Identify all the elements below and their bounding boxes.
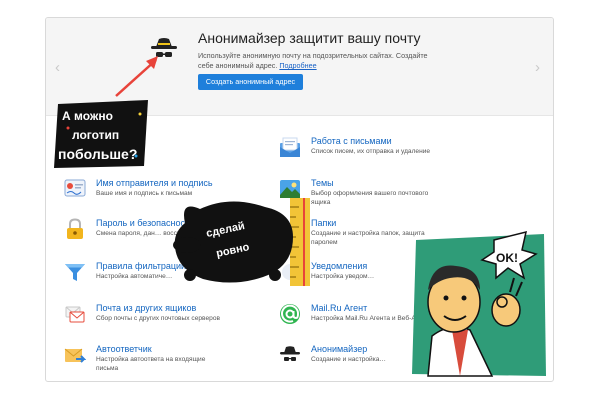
settings-item-title: Имя отправителя и подпись: [96, 178, 213, 188]
settings-item-title: Mail.Ru Агент: [311, 303, 368, 313]
settings-item-mail-collector[interactable]: Почта из других ящиков Сбор почты с друг…: [64, 303, 264, 333]
ok-bubble-text: OK!: [496, 251, 518, 265]
sticker-line-2: логотип: [72, 128, 119, 142]
sticker-line-3: побольше?: [58, 146, 137, 162]
promo-more-link[interactable]: Подробнее: [279, 61, 316, 70]
promo-title: Анонимайзер защитит вашу почту: [198, 30, 421, 46]
settings-item-description: Сбор почты с других почтовых серверов: [96, 315, 220, 322]
settings-item-title: Почта из других ящиков: [96, 303, 197, 313]
logo-bigger-sticker: А можно логотип побольше?: [54, 100, 148, 168]
settings-item-description: Настройка автоответа на входящие письма: [96, 356, 206, 372]
settings-item-letters[interactable]: Работа с письмами Список писем, их отпра…: [279, 136, 479, 166]
signature-icon: [64, 179, 86, 197]
settings-item-title: Уведомления: [311, 261, 368, 271]
incognito-spy-icon: [280, 346, 300, 361]
settings-item-description: Выбор оформления вашего почтового ящика: [311, 190, 429, 206]
letter-icon: [280, 137, 300, 157]
mail-collector-icon: [65, 306, 85, 323]
settings-item-autoresponder[interactable]: Автоответчик Настройка автоответа на вхо…: [64, 344, 264, 374]
carousel-next-icon[interactable]: ›: [535, 60, 540, 75]
cat-sticker: сделай ровно: [173, 198, 310, 286]
promo-description: Используйте анонимную почту на подозрите…: [198, 51, 428, 71]
annotation-arrow: [115, 56, 158, 97]
lock-icon: [67, 218, 83, 239]
comic-ok-sticker: OK!: [412, 230, 546, 377]
funnel-icon: [65, 264, 85, 281]
create-anonymous-address-button[interactable]: Создать анонимный адрес: [198, 74, 303, 90]
settings-item-title: Автоответчик: [96, 344, 152, 354]
settings-item-title: Анонимайзер: [311, 344, 368, 354]
settings-item-title: Работа с письмами: [311, 136, 392, 146]
at-sign-icon: [280, 304, 300, 324]
sticker-line-1: А можно: [62, 109, 113, 123]
settings-item-title: Темы: [311, 178, 334, 188]
envelope-reply-icon: [64, 348, 86, 363]
carousel-prev-icon[interactable]: ‹: [55, 60, 60, 75]
settings-item-description: Список писем, их отправка и удаление: [311, 148, 431, 155]
